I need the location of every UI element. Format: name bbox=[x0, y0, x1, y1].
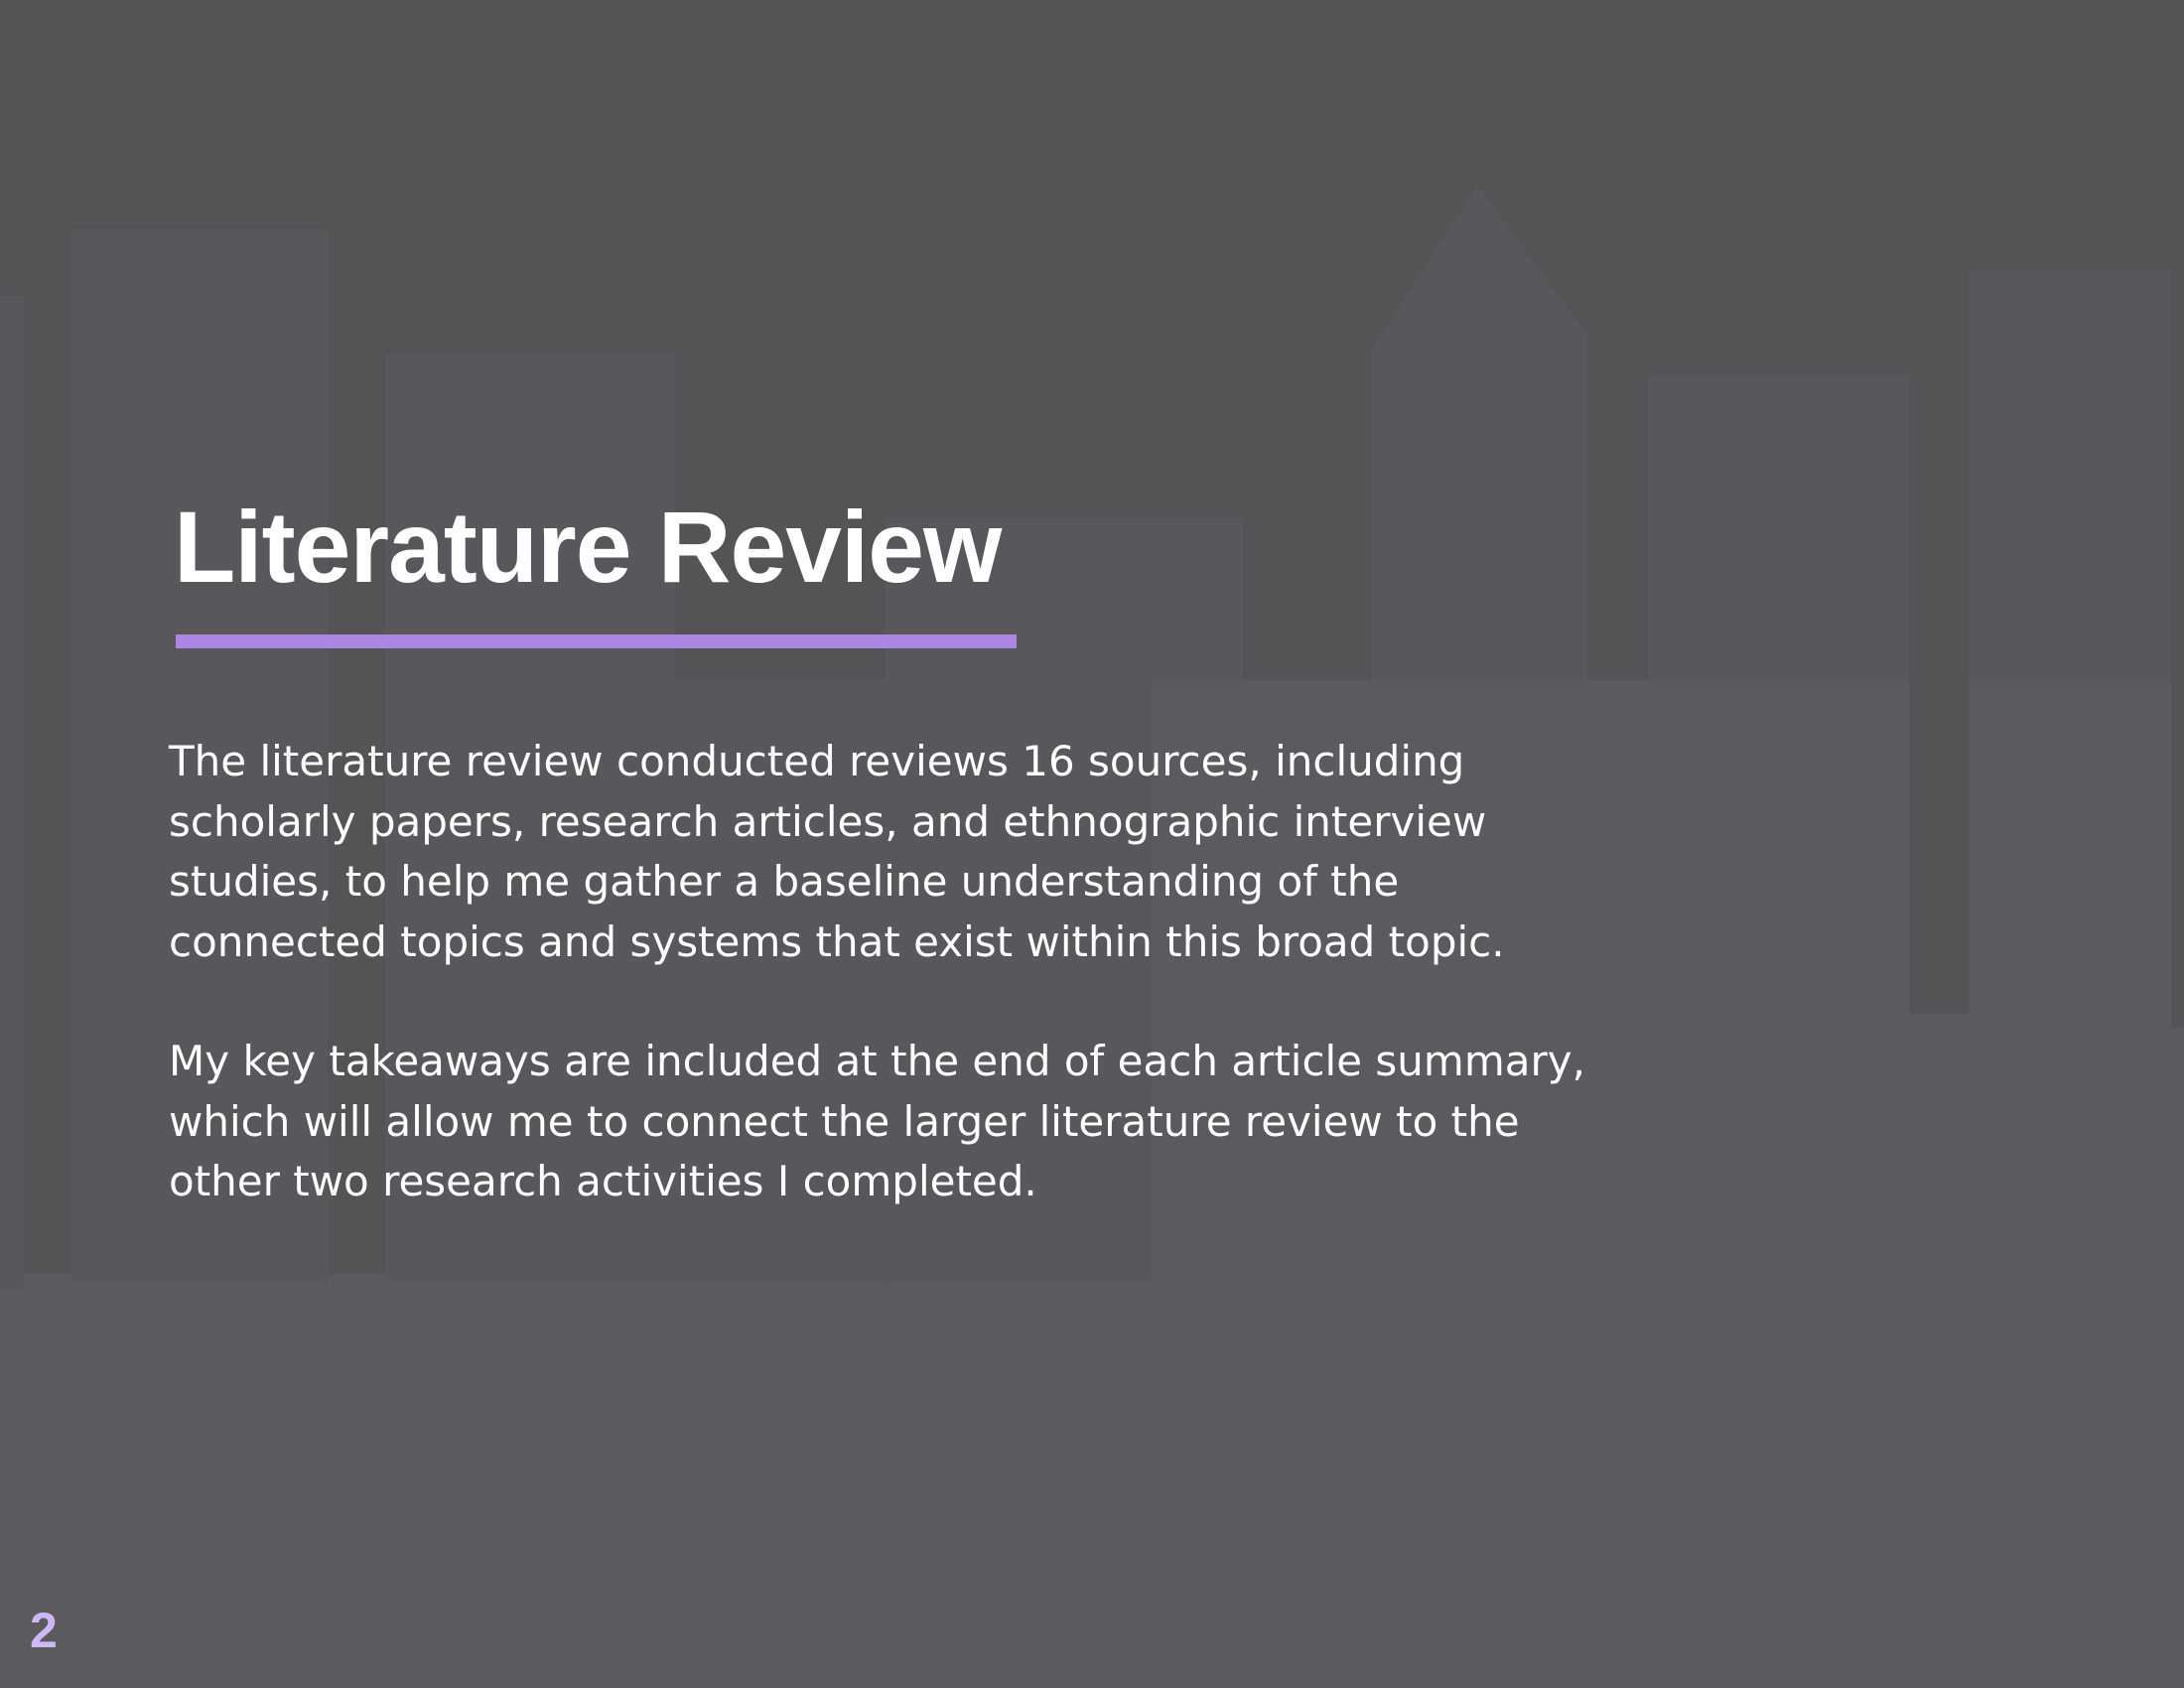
building-edge-left bbox=[0, 296, 24, 1289]
title-underline bbox=[176, 634, 1017, 648]
paragraph-2: My key takeaways are included at the end… bbox=[169, 1037, 1585, 1205]
slide-page: Literature Review The literature review … bbox=[0, 0, 2184, 1688]
page-title: Literature Review bbox=[174, 491, 1002, 604]
skyline-gap-dark-right bbox=[1909, 376, 1969, 1014]
skyline-gap-dark-far-right bbox=[2171, 271, 2184, 1028]
body-text: The literature review conducted reviews … bbox=[169, 732, 1658, 1212]
skyline-gap-dark-1 bbox=[24, 296, 71, 1274]
page-number: 2 bbox=[30, 1603, 58, 1658]
paragraph-1: The literature review conducted reviews … bbox=[169, 737, 1505, 966]
